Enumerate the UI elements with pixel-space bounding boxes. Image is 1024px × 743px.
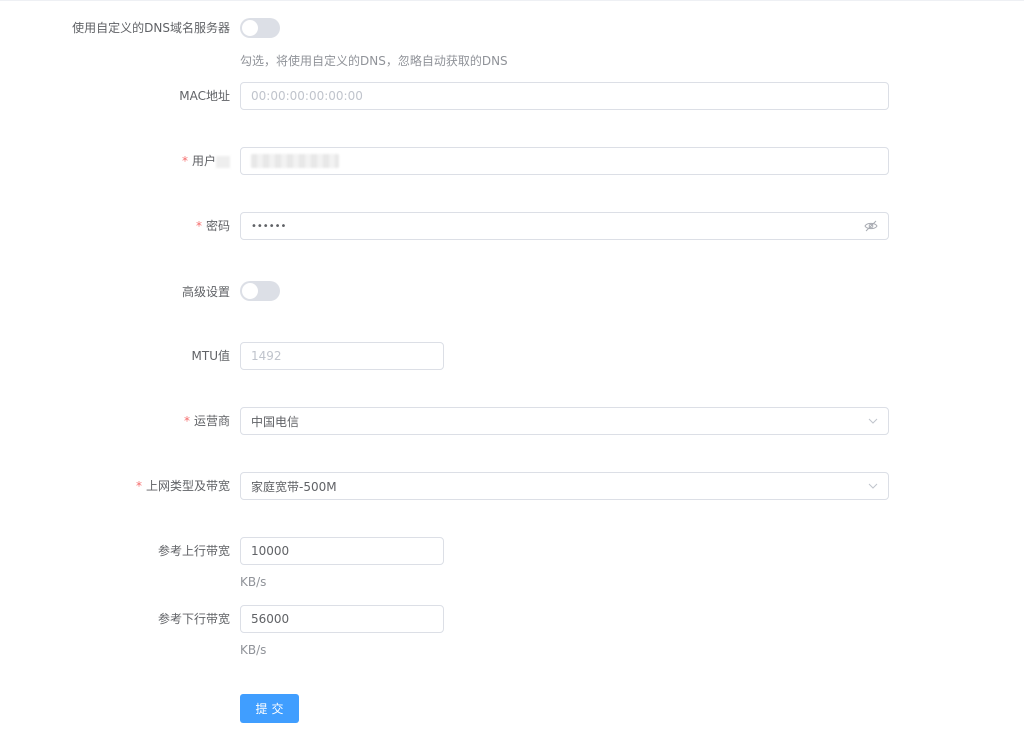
required-mark: *	[135, 479, 142, 493]
mtu-input[interactable]: 1492	[240, 342, 444, 370]
up-bandwidth-input[interactable]: 10000	[240, 537, 444, 565]
password-label: * 密码	[196, 218, 230, 234]
mtu-label: MTU值	[191, 349, 230, 363]
plan-value: 家庭宽带-500M	[251, 479, 337, 494]
password-value: ••••••	[251, 220, 287, 232]
username-label: * 用户	[182, 153, 230, 169]
advanced-switch[interactable]	[240, 281, 280, 301]
advanced-label: 高级设置	[181, 285, 230, 299]
isp-select[interactable]: 中国电信	[240, 407, 889, 435]
down-bandwidth-input[interactable]: 56000	[240, 605, 444, 633]
eye-off-icon[interactable]	[864, 220, 878, 232]
custom-dns-switch[interactable]	[240, 18, 280, 38]
required-mark: *	[181, 154, 188, 168]
mac-input[interactable]: 00:00:00:00:00:00	[240, 82, 889, 110]
custom-dns-label: 使用自定义的DNS域名服务器	[72, 21, 230, 35]
isp-label: * 运营商	[184, 413, 230, 429]
mtu-placeholder: 1492	[251, 349, 282, 363]
top-divider	[0, 0, 1024, 1]
mac-label: MAC地址	[179, 89, 230, 103]
chevron-down-icon	[868, 483, 878, 489]
up-bandwidth-value: 10000	[251, 544, 290, 558]
up-bandwidth-label: 参考上行带宽	[157, 544, 230, 558]
down-bandwidth-label: 参考下行带宽	[157, 612, 230, 626]
redacted-username	[251, 154, 339, 168]
required-mark: *	[183, 414, 190, 428]
up-bandwidth-unit: KB/s	[240, 575, 267, 589]
plan-label-text: 上网类型及带宽	[145, 479, 230, 493]
username-label-text: 用户	[191, 154, 216, 168]
down-bandwidth-value: 56000	[251, 612, 290, 626]
isp-label-text: 运营商	[193, 414, 230, 428]
password-label-text: 密码	[205, 219, 230, 233]
username-input[interactable]	[240, 147, 889, 175]
password-input[interactable]: ••••••	[240, 212, 889, 240]
switch-knob	[242, 283, 258, 299]
isp-value: 中国电信	[251, 414, 300, 429]
down-bandwidth-unit: KB/s	[240, 643, 267, 657]
plan-select[interactable]: 家庭宽带-500M	[240, 472, 889, 500]
chevron-down-icon	[868, 418, 878, 424]
mac-placeholder: 00:00:00:00:00:00	[251, 89, 363, 103]
plan-label: * 上网类型及带宽	[136, 478, 230, 494]
custom-dns-hint: 勾选，将使用自定义的DNS，忽略自动获取的DNS	[240, 54, 508, 68]
redacted-label	[216, 155, 230, 168]
submit-button[interactable]: 提交	[240, 694, 299, 723]
switch-knob	[242, 20, 258, 36]
required-mark: *	[195, 219, 202, 233]
